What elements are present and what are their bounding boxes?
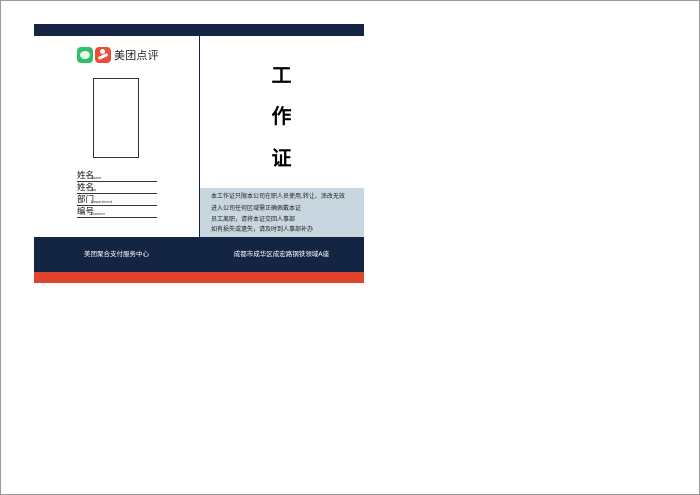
field-label-en: Name <box>91 176 102 180</box>
notice-line: 本工作证只限本公司在职人员使用,转让、涂改无效 <box>211 193 345 200</box>
field-department: 部门 Department <box>77 194 157 206</box>
field-label-en: Number <box>91 212 106 216</box>
field-label-en: Department <box>91 200 113 204</box>
red-strip <box>34 272 364 283</box>
field-name: 姓名 Name <box>77 170 157 182</box>
title-char-3: 证 <box>271 146 292 170</box>
notice-line: 员工离职，请将本证交回人事部 <box>211 216 296 223</box>
title-char-1: 工 <box>271 63 292 87</box>
meituan-logo-icon <box>77 47 93 63</box>
notice-panel: 本工作证只限本公司在职人员使用,转让、涂改无效 进入公司任何区域需正确佩戴本证 … <box>200 188 364 237</box>
field-label-en: Job <box>91 188 97 192</box>
dianping-logo-icon <box>95 47 111 63</box>
photo-placeholder <box>93 78 139 158</box>
field-job: 姓名 Job <box>77 182 157 194</box>
logo-text: 美团点评 <box>114 49 159 62</box>
brand-logo: 美团点评 <box>77 46 159 64</box>
title-char-2: 作 <box>271 104 292 128</box>
address-label: 成都市成华区成宏路钢铁领域A座 <box>233 250 330 258</box>
service-center-label: 美团聚合支付服务中心 <box>84 250 149 258</box>
id-card: 美团点评 姓名 Name 姓名 Job 部门 Department 编号 Num… <box>34 24 364 283</box>
top-bar <box>34 24 364 36</box>
field-number: 编号 Number <box>77 206 157 218</box>
notice-line: 进入公司任何区域需正确佩戴本证 <box>211 205 302 212</box>
notice-line: 如有损失或遗失，请及时到人事部补办 <box>211 226 314 233</box>
